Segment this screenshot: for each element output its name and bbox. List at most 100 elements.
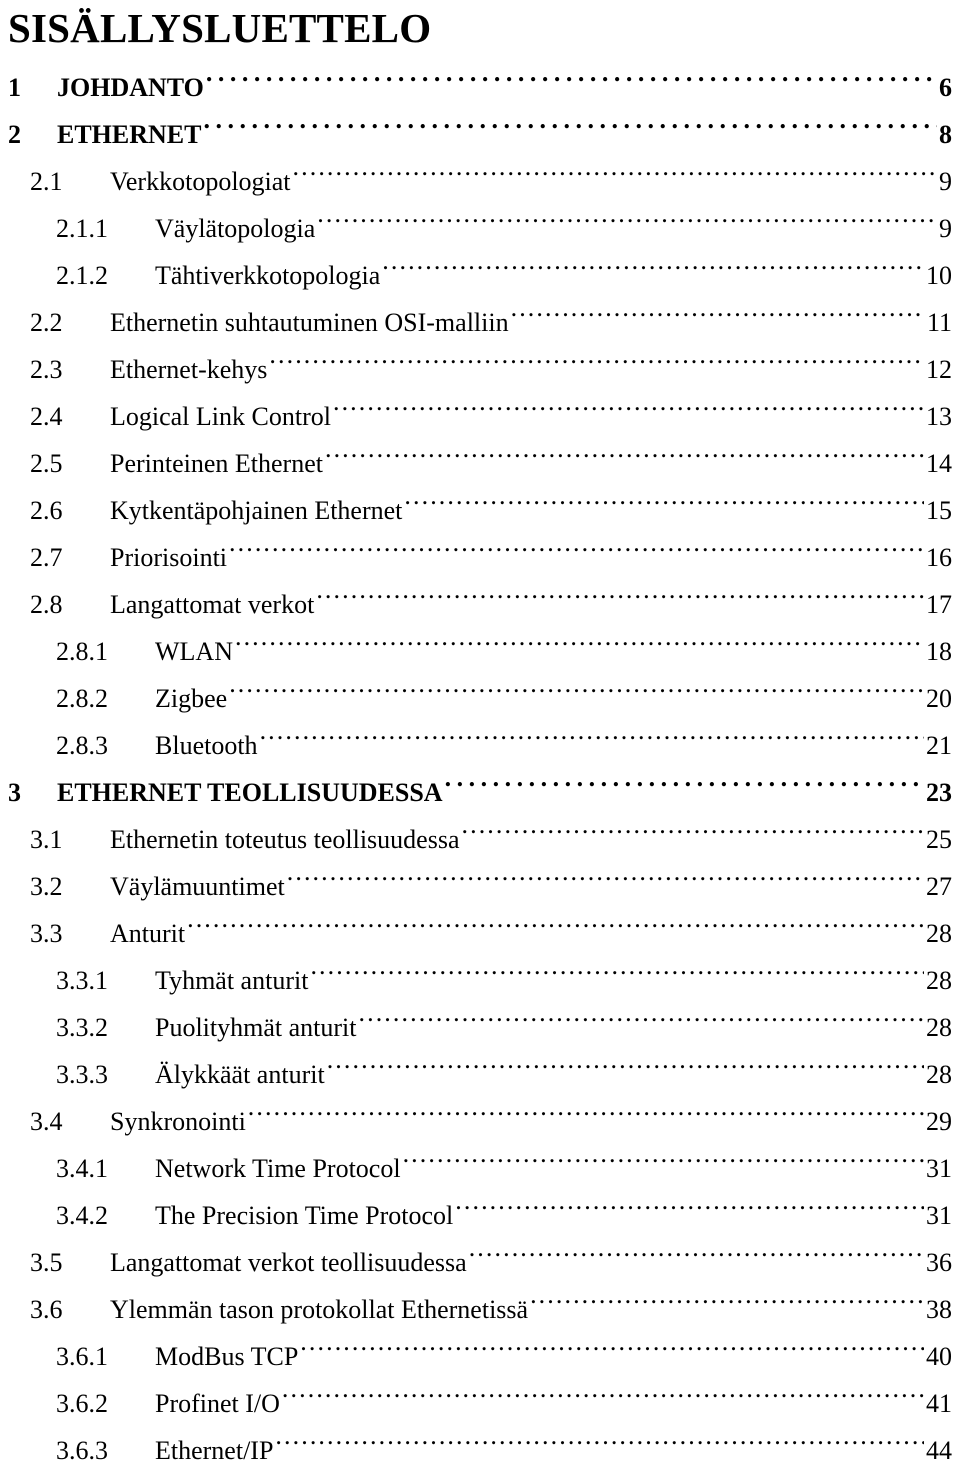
- toc-entry-page-number: 28: [926, 919, 952, 948]
- toc-entry-page-number: 18: [926, 637, 952, 666]
- toc-entry[interactable]: 3.3.3 Älykkäät anturit 28: [8, 1051, 952, 1098]
- toc-entry-number: 3.3.1: [56, 966, 108, 995]
- toc-entry-page-number: 27: [926, 872, 952, 901]
- toc-entry[interactable]: 3.4.1 Network Time Protocol 31: [8, 1145, 952, 1192]
- toc-entry-number: 3.6.1: [56, 1342, 108, 1371]
- toc-entry-page-number: 44: [926, 1436, 952, 1465]
- toc-entry-label: The Precision Time Protocol: [155, 1201, 454, 1230]
- toc-entry[interactable]: 2.7 Priorisointi 16: [8, 534, 952, 581]
- toc-entry[interactable]: 2.1.1 Väylätopologia 9: [8, 205, 952, 252]
- toc-entry-page-number: 41: [926, 1389, 952, 1418]
- toc-entry-page-number: 13: [926, 402, 952, 431]
- toc-entry-label: Perinteinen Ethernet: [110, 449, 323, 478]
- toc-entry-label: Langattomat verkot teollisuudessa: [110, 1248, 467, 1277]
- toc-entry[interactable]: 3.6 Ylemmän tason protokollat Ethernetiss…: [8, 1286, 952, 1333]
- toc-entry-label: Bluetooth: [155, 731, 258, 760]
- toc-entry-page-number: 31: [926, 1201, 952, 1230]
- toc-entry-page-number: 6: [939, 73, 952, 102]
- toc-entry[interactable]: 2.8 Langattomat verkot 17: [8, 581, 952, 628]
- toc-entry-label: Ylemmän tason protokollat Ethernetissä: [110, 1295, 529, 1324]
- toc-leader-dots: [382, 258, 924, 284]
- toc-leader-dots: [404, 493, 924, 519]
- toc-entry[interactable]: 1 JOHDANTO 6: [8, 64, 952, 111]
- toc-leader-dots: [260, 728, 924, 754]
- toc-entry[interactable]: 3.1 Ethernetin toteutus teollisuudessa 25: [8, 816, 952, 863]
- toc-entry[interactable]: 2.3 Ethernet-kehys 12: [8, 346, 952, 393]
- toc-entry[interactable]: 2.4 Logical Link Control 13: [8, 393, 952, 440]
- toc-entry-label: ETHERNET: [57, 120, 202, 149]
- toc-entry-page-number: 9: [939, 167, 952, 196]
- toc-leader-dots: [327, 1057, 924, 1083]
- toc-entry[interactable]: 2.8.1 WLAN 18: [8, 628, 952, 675]
- toc-entry[interactable]: 3.3.2 Puolityhmät anturit 28: [8, 1004, 952, 1051]
- toc-entry-number: 2.8.2: [56, 684, 108, 713]
- toc-entry-label: ETHERNET TEOLLISUUDESSA: [57, 778, 443, 807]
- toc-entry[interactable]: 2.2 Ethernetin suhtautuminen OSI-malliin 1…: [8, 299, 952, 346]
- toc-entry-page-number: 28: [926, 966, 952, 995]
- toc-entry-number: 2.4: [30, 402, 63, 431]
- toc-entry-number: 3.3: [30, 919, 63, 948]
- toc-entry-page-number: 36: [926, 1248, 952, 1277]
- toc-entry-number: 2.7: [30, 543, 63, 572]
- toc-entry[interactable]: 3.3 Anturit 28: [8, 910, 952, 957]
- toc-leader-dots: [310, 963, 924, 989]
- toc-entry-label: Verkkotopologiat: [110, 167, 291, 196]
- toc-leader-dots: [204, 117, 938, 143]
- toc-entry[interactable]: 3 ETHERNET TEOLLISUUDESSA 23: [8, 769, 952, 816]
- toc-entry-page-number: 12: [926, 355, 952, 384]
- toc-entry[interactable]: 3.2 Väylämuuntimet 27: [8, 863, 952, 910]
- toc-leader-dots: [333, 399, 924, 425]
- toc-entry-page-number: 23: [926, 778, 952, 807]
- toc-entry-label: Tähtiverkkotopologia: [155, 261, 381, 290]
- toc-entry-number: 2.8: [30, 590, 63, 619]
- toc-entry-label: Ethernetin toteutus teollisuudessa: [110, 825, 460, 854]
- toc-leader-dots: [462, 822, 925, 848]
- toc-entry-number: 3: [8, 778, 21, 807]
- toc-leader-dots: [293, 164, 937, 190]
- toc-entry[interactable]: 3.4.2 The Precision Time Protocol 31: [8, 1192, 952, 1239]
- toc-entry[interactable]: 2.1.2 Tähtiverkkotopologia 10: [8, 252, 952, 299]
- toc-entry-page-number: 38: [926, 1295, 952, 1324]
- toc-entry-number: 2.5: [30, 449, 63, 478]
- toc-entry[interactable]: 2.1 Verkkotopologiat 9: [8, 158, 952, 205]
- toc-entry-label: Älykkäät anturit: [155, 1060, 325, 1089]
- toc-entry-number: 1: [8, 73, 21, 102]
- toc-entry[interactable]: 2 ETHERNET 8: [8, 111, 952, 158]
- toc-entry-page-number: 28: [926, 1060, 952, 1089]
- toc-entry[interactable]: 2.5 Perinteinen Ethernet 14: [8, 440, 952, 487]
- toc-leader-dots: [300, 1339, 924, 1365]
- toc-entry-label: Anturit: [110, 919, 186, 948]
- toc-entry[interactable]: 3.6.1 ModBus TCP 40: [8, 1333, 952, 1380]
- document-page: SISÄLLYSLUETTELO 1 JOHDANTO 6 2 ETHERNET 8 2.1…: [0, 0, 960, 1465]
- toc-entry[interactable]: 2.8.3 Bluetooth 21: [8, 722, 952, 769]
- toc-leader-dots: [403, 1151, 924, 1177]
- toc-entry[interactable]: 3.4 Synkronointi 29: [8, 1098, 952, 1145]
- toc-entry-page-number: 31: [926, 1154, 952, 1183]
- toc-entry-number: 3.3.2: [56, 1013, 108, 1042]
- toc-leader-dots: [269, 352, 924, 378]
- toc-entry[interactable]: 3.3.1 Tyhmät anturit 28: [8, 957, 952, 1004]
- toc-entry[interactable]: 3.5 Langattomat verkot teollisuudessa 36: [8, 1239, 952, 1286]
- toc-entry-label: Logical Link Control: [110, 402, 331, 431]
- toc-entry-page-number: 21: [926, 731, 952, 760]
- toc-entry-number: 2.1: [30, 167, 63, 196]
- toc-entry[interactable]: 2.8.2 Zigbee 20: [8, 675, 952, 722]
- toc-entry[interactable]: 2.6 Kytkentäpohjainen Ethernet 15: [8, 487, 952, 534]
- toc-entry-page-number: 15: [926, 496, 952, 525]
- page-title: SISÄLLYSLUETTELO: [8, 5, 432, 51]
- toc-entry-number: 2.1.1: [56, 214, 108, 243]
- toc-entry-number: 3.4.2: [56, 1201, 108, 1230]
- toc-entry-page-number: 29: [926, 1107, 952, 1136]
- toc-entry-number: 3.6.2: [56, 1389, 108, 1418]
- toc-leader-dots: [248, 1104, 924, 1130]
- toc-entry-label: Langattomat verkot: [110, 590, 315, 619]
- toc-leader-dots: [511, 305, 925, 331]
- toc-entry-page-number: 28: [926, 1013, 952, 1042]
- toc-entry-page-number: 8: [939, 120, 952, 149]
- toc-entry[interactable]: 3.6.2 Profinet I/O 41: [8, 1380, 952, 1427]
- toc-leader-dots: [187, 916, 924, 942]
- toc-leader-dots: [282, 1386, 924, 1412]
- toc-entry[interactable]: 3.6.3 Ethernet/IP 44: [8, 1427, 952, 1474]
- toc-entry-page-number: 10: [926, 261, 952, 290]
- toc-entry-number: 2.6: [30, 496, 63, 525]
